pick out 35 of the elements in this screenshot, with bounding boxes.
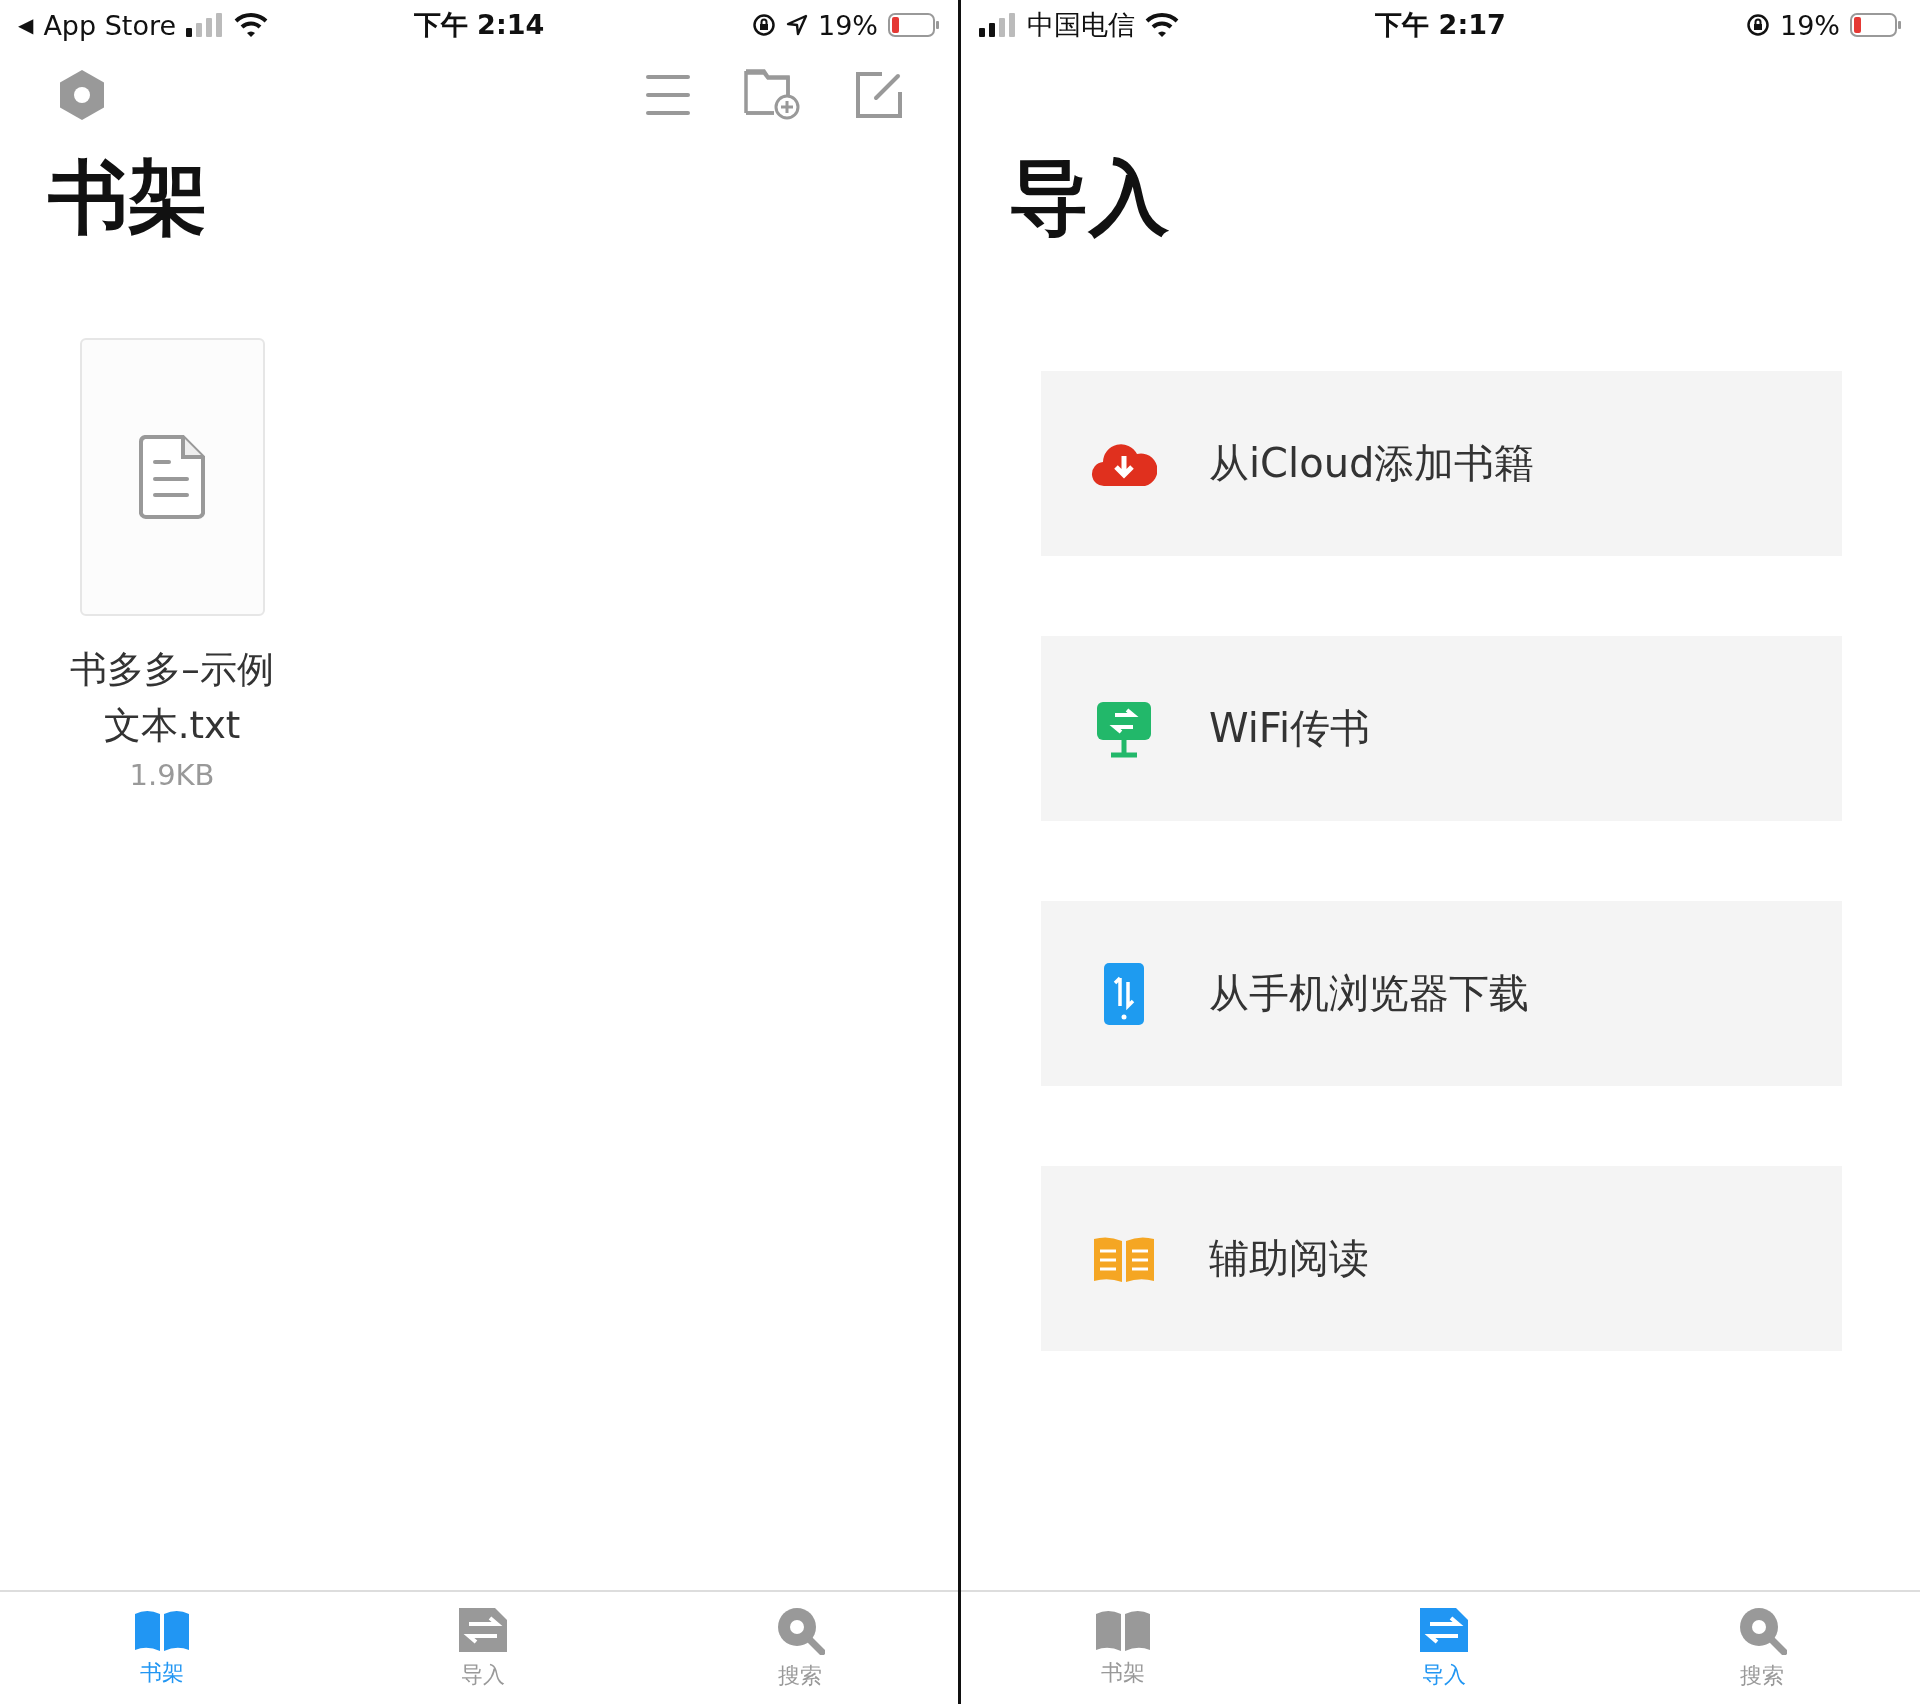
rotation-lock-icon bbox=[752, 13, 776, 37]
open-book-icon bbox=[1091, 1234, 1157, 1283]
book-size: 1.9KB bbox=[129, 758, 215, 792]
search-icon bbox=[775, 1605, 825, 1655]
back-arrow[interactable]: ◀ bbox=[18, 13, 34, 37]
open-book-icon bbox=[133, 1608, 191, 1652]
signal-icon bbox=[186, 13, 225, 37]
folder-plus-icon[interactable] bbox=[744, 69, 802, 121]
import-transfer-icon bbox=[457, 1606, 509, 1654]
book-cover[interactable] bbox=[79, 338, 265, 616]
status-time: 下午 2:17 bbox=[1375, 8, 1506, 42]
book-title: 书多多–示例文本.txt bbox=[69, 647, 275, 749]
rotation-lock-icon bbox=[1746, 13, 1770, 37]
carrier-label: 中国电信 bbox=[1027, 8, 1135, 42]
wifi-icon bbox=[234, 12, 269, 38]
menu-icon[interactable] bbox=[646, 73, 690, 117]
open-book-icon bbox=[1094, 1608, 1153, 1652]
page-title: 导入 bbox=[1009, 150, 1170, 246]
battery-percent: 19% bbox=[1780, 9, 1840, 41]
battery-icon bbox=[888, 13, 940, 37]
status-time: 下午 2:14 bbox=[413, 8, 545, 42]
import-option[interactable]: 从iCloud添加书籍 bbox=[1041, 371, 1842, 556]
edit-icon[interactable] bbox=[856, 72, 902, 118]
signal-icon bbox=[979, 13, 1017, 37]
battery-icon bbox=[1850, 13, 1902, 37]
import-option[interactable]: 辅助阅读 bbox=[1041, 1166, 1842, 1351]
wifi-icon bbox=[1145, 12, 1179, 38]
import-option[interactable]: WiFi传书 bbox=[1041, 636, 1842, 821]
import-option[interactable]: 从手机浏览器下载 bbox=[1041, 901, 1842, 1086]
document-icon bbox=[139, 435, 205, 519]
page-title: 书架 bbox=[48, 150, 209, 246]
battery-percent: 19% bbox=[818, 9, 878, 41]
carrier-label[interactable]: App Store bbox=[43, 9, 177, 41]
import-transfer-icon bbox=[1418, 1606, 1471, 1654]
settings-icon[interactable] bbox=[58, 69, 106, 121]
